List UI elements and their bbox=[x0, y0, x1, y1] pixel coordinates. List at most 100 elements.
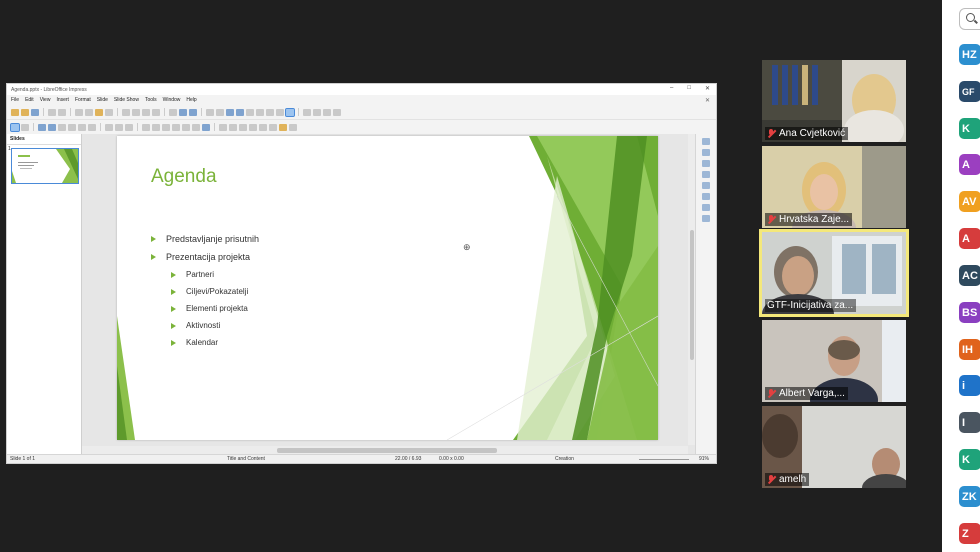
arrow-icon[interactable] bbox=[105, 123, 113, 131]
shapes-icon[interactable] bbox=[702, 215, 710, 222]
minimize-icon[interactable]: – bbox=[670, 85, 673, 92]
fill-color-icon[interactable] bbox=[38, 123, 46, 131]
participant-avatar[interactable]: HZ bbox=[959, 44, 980, 65]
participant-avatar[interactable]: I bbox=[959, 412, 980, 433]
points-icon[interactable] bbox=[279, 123, 287, 131]
symbol-shapes-icon[interactable] bbox=[152, 123, 160, 131]
shadow-icon[interactable] bbox=[249, 123, 257, 131]
video-tile[interactable]: Hrvatska Zaje... bbox=[762, 146, 906, 228]
media-icon[interactable] bbox=[226, 108, 234, 116]
find-icon[interactable] bbox=[142, 108, 150, 116]
line-icon[interactable] bbox=[68, 123, 76, 131]
menu-view[interactable]: View bbox=[40, 97, 51, 103]
menu-insert[interactable]: Insert bbox=[56, 97, 69, 103]
line-color-icon[interactable] bbox=[48, 123, 56, 131]
connector-icon[interactable] bbox=[125, 123, 133, 131]
export-pdf-icon[interactable] bbox=[48, 108, 56, 116]
menu-file[interactable]: File bbox=[11, 97, 19, 103]
vertical-scroll-thumb[interactable] bbox=[690, 230, 694, 360]
participant-avatar[interactable]: i bbox=[959, 375, 980, 396]
rectangle-icon[interactable] bbox=[78, 123, 86, 131]
menu-help[interactable]: Help bbox=[186, 97, 196, 103]
participant-avatar[interactable]: A bbox=[959, 228, 980, 249]
paste-icon[interactable] bbox=[95, 108, 103, 116]
print-icon[interactable] bbox=[58, 108, 66, 116]
menu-format[interactable]: Format bbox=[75, 97, 91, 103]
open-icon[interactable] bbox=[21, 108, 29, 116]
block-arrows-icon[interactable] bbox=[162, 123, 170, 131]
display-views-icon[interactable] bbox=[179, 108, 187, 116]
participant-avatar[interactable]: A bbox=[959, 154, 980, 175]
slide-canvas[interactable]: Agenda Predstavljanje prisutnih Prezenta… bbox=[117, 136, 658, 440]
close-icon[interactable]: ✕ bbox=[705, 85, 710, 92]
participant-avatar[interactable]: AV bbox=[959, 191, 980, 212]
ellipse-icon[interactable] bbox=[88, 123, 96, 131]
participant-avatar[interactable]: AC bbox=[959, 265, 980, 286]
display-grid-icon[interactable] bbox=[313, 108, 321, 116]
3d-objects-icon[interactable] bbox=[202, 123, 210, 131]
fontwork-icon[interactable] bbox=[266, 108, 274, 116]
cut-icon[interactable] bbox=[75, 108, 83, 116]
participant-search-box[interactable] bbox=[959, 8, 980, 30]
maximize-icon[interactable]: □ bbox=[687, 85, 691, 92]
text-box-icon[interactable] bbox=[246, 108, 254, 116]
master-slide-icon[interactable] bbox=[189, 108, 197, 116]
chart-icon[interactable] bbox=[236, 108, 244, 116]
hyperlink-icon[interactable] bbox=[276, 108, 284, 116]
image-icon[interactable] bbox=[216, 108, 224, 116]
new-slide-icon[interactable] bbox=[333, 108, 341, 116]
rotate-icon[interactable] bbox=[219, 123, 227, 131]
undo-icon[interactable] bbox=[122, 108, 130, 116]
callout-icon[interactable] bbox=[182, 123, 190, 131]
close-document-icon[interactable]: ✕ bbox=[705, 97, 710, 104]
start-presentation-icon[interactable] bbox=[303, 108, 311, 116]
slide-editor[interactable]: Agenda Predstavljanje prisutnih Prezenta… bbox=[82, 134, 696, 455]
curve-icon[interactable] bbox=[115, 123, 123, 131]
menu-slide-show[interactable]: Slide Show bbox=[114, 97, 139, 103]
slide-title[interactable]: Agenda bbox=[151, 166, 217, 188]
spelling-icon[interactable] bbox=[152, 108, 160, 116]
slide-layout-icon[interactable] bbox=[285, 107, 295, 117]
redo-icon[interactable] bbox=[132, 108, 140, 116]
animation-icon[interactable] bbox=[702, 160, 710, 167]
zoom-slider[interactable] bbox=[639, 459, 689, 460]
glue-points-icon[interactable] bbox=[289, 123, 297, 131]
master-slides-icon[interactable] bbox=[702, 171, 710, 178]
gallery-icon[interactable] bbox=[702, 193, 710, 200]
video-tile[interactable]: amelh bbox=[762, 406, 906, 488]
participant-avatar[interactable]: K bbox=[959, 449, 980, 470]
slide-content[interactable]: Predstavljanje prisutnih Prezentacija pr… bbox=[151, 234, 259, 355]
filter-icon[interactable] bbox=[269, 123, 277, 131]
special-char-icon[interactable] bbox=[256, 108, 264, 116]
new-icon[interactable] bbox=[11, 108, 19, 116]
crop-icon[interactable] bbox=[259, 123, 267, 131]
horizontal-scroll-thumb[interactable] bbox=[277, 448, 497, 453]
participant-avatar[interactable]: Z bbox=[959, 523, 980, 544]
video-tile[interactable]: Ana Cvjetković bbox=[762, 60, 906, 142]
properties-icon[interactable] bbox=[702, 138, 710, 145]
participant-avatar[interactable]: K bbox=[959, 118, 980, 139]
clone-icon[interactable] bbox=[105, 108, 113, 116]
table-icon[interactable] bbox=[206, 108, 214, 116]
video-tile-active-speaker[interactable]: GTF-Inicijativa za... bbox=[759, 229, 909, 317]
select-icon[interactable] bbox=[10, 122, 20, 132]
participant-avatar[interactable]: IH bbox=[959, 339, 980, 360]
slide-thumbnail[interactable] bbox=[11, 148, 79, 184]
grid-icon[interactable] bbox=[169, 108, 177, 116]
video-tile[interactable]: Albert Varga,... bbox=[762, 320, 906, 402]
basic-shapes-icon[interactable] bbox=[142, 123, 150, 131]
slide-transition-icon[interactable] bbox=[702, 149, 710, 156]
snap-guide-icon[interactable] bbox=[323, 108, 331, 116]
participant-avatar[interactable]: BS bbox=[959, 302, 980, 323]
menu-tools[interactable]: Tools bbox=[145, 97, 157, 103]
zoom-icon[interactable] bbox=[21, 123, 29, 131]
copy-icon[interactable] bbox=[85, 108, 93, 116]
navigator-icon[interactable] bbox=[702, 204, 710, 211]
menu-edit[interactable]: Edit bbox=[25, 97, 34, 103]
status-zoom[interactable]: 91% bbox=[699, 456, 709, 462]
flowchart-icon[interactable] bbox=[172, 123, 180, 131]
arrange-icon[interactable] bbox=[239, 123, 247, 131]
participant-avatar[interactable]: ZK bbox=[959, 486, 980, 507]
star-icon[interactable] bbox=[192, 123, 200, 131]
menu-window[interactable]: Window bbox=[163, 97, 181, 103]
